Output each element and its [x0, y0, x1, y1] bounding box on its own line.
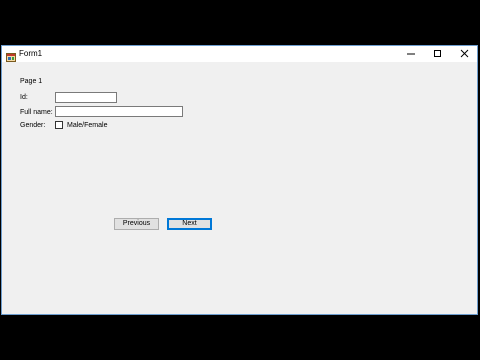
form1-window: Form1 Page 1 Id: Full name: Gender: Male…: [1, 45, 478, 315]
page-label: Page 1: [20, 78, 43, 85]
previous-button[interactable]: Previous: [114, 218, 159, 230]
id-label: Id:: [20, 94, 28, 101]
gender-checkbox-label[interactable]: Male/Female: [67, 121, 107, 130]
minimize-icon: [407, 53, 415, 55]
fullname-input[interactable]: [55, 106, 183, 117]
next-button[interactable]: Next: [167, 218, 212, 230]
gender-checkbox[interactable]: [55, 121, 63, 129]
winforms-app-icon: [6, 49, 16, 62]
gender-label: Gender:: [20, 122, 46, 129]
fullname-label: Full name:: [20, 109, 53, 116]
maximize-icon: [434, 50, 441, 57]
title-bar[interactable]: Form1: [2, 46, 477, 62]
close-icon: [460, 49, 469, 58]
maximize-button[interactable]: [424, 46, 452, 62]
minimize-button[interactable]: [397, 46, 425, 62]
window-title: Form1: [19, 49, 43, 58]
id-input[interactable]: [55, 92, 117, 103]
close-button[interactable]: [451, 46, 479, 62]
